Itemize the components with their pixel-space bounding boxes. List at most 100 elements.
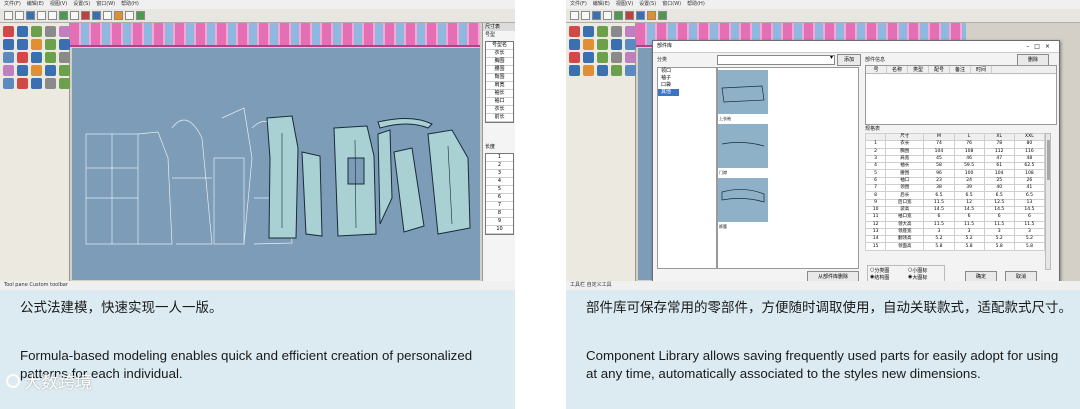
color-wheel-icon[interactable] [114,11,123,20]
color-wheel-icon[interactable] [647,11,656,20]
text-tool-icon[interactable] [569,65,580,76]
text-tool-icon[interactable] [17,65,28,76]
menu-file[interactable]: 文件(F) [4,0,21,9]
menu-settings[interactable]: 设置(S) [639,0,656,9]
measurement-item[interactable]: 袖口 [486,98,513,106]
measurement-item[interactable]: 臀围 [486,74,513,82]
radio-category-view[interactable]: ○ 分类图 [870,267,889,274]
close-icon[interactable]: × [1045,43,1055,50]
menu-settings[interactable]: 设置(S) [73,0,90,9]
measure-tool-icon[interactable] [31,39,42,50]
open-folder-icon[interactable] [15,11,24,20]
layer-icon[interactable] [136,11,145,20]
tree-item[interactable]: 袖子 [658,75,716,82]
part-thumbnail[interactable] [718,70,768,114]
table-row[interactable]: 7 领围 38 39 40 41 [864,184,1046,193]
row-number[interactable]: 1 [486,154,513,162]
row-number[interactable]: 7 [486,202,513,210]
pleat-tool-icon[interactable] [583,52,594,63]
menu-window[interactable]: 窗口(W) [662,0,681,9]
notch-tool-icon[interactable] [597,52,608,63]
measurement-item[interactable]: 肩宽 [486,82,513,90]
table-row[interactable]: 4 袖长 58 59.5 61 62.5 [864,162,1046,171]
row-number[interactable]: 3 [486,170,513,178]
seam-tool-icon[interactable] [625,52,636,63]
category-select[interactable] [717,54,835,65]
sigma-icon[interactable] [92,11,101,20]
menu-edit[interactable]: 编辑(E) [593,0,610,9]
mirror-tool-icon[interactable] [611,39,622,50]
collar-tool-icon[interactable] [59,65,70,76]
measurement-item[interactable]: 号型名 [486,42,513,50]
measurement-item[interactable]: 衣长 [486,50,513,58]
menu-window[interactable]: 窗口(W) [96,0,115,9]
tree-item[interactable]: 领口 [658,68,716,75]
table-row[interactable]: 11 袖口宽 6 6 6 6 [864,213,1046,222]
menu-help[interactable]: 帮助(H) [121,0,139,9]
grade-tool-icon[interactable] [17,78,28,89]
add-button[interactable]: 添加 [837,54,861,66]
curve-tool-icon[interactable] [597,26,608,37]
seam-tool-icon[interactable] [3,65,14,76]
row-number[interactable]: 6 [486,194,513,202]
measure-tool-icon[interactable] [583,39,594,50]
line-tool-icon[interactable] [17,26,28,37]
pocket-tool-icon[interactable] [45,65,56,76]
pen-tool-icon[interactable] [569,26,580,37]
size-pieces-strip[interactable] [70,23,480,47]
rotate-tool-icon[interactable] [625,39,636,50]
circle-tool-icon[interactable] [17,39,28,50]
pocket-tool-icon[interactable] [597,65,608,76]
pen-icon[interactable] [625,11,634,20]
radio-structure-view[interactable]: ◉ 结构图 [870,274,889,281]
row-number[interactable]: 4 [486,178,513,186]
table-row[interactable]: 6 袖口 23 24 25 26 [864,176,1046,186]
measurement-item[interactable]: 胸围 [486,58,513,66]
row-number[interactable]: 9 [486,218,513,226]
tree-item[interactable]: 口袋 [658,82,716,89]
rotate-tool-icon[interactable] [3,52,14,63]
part-thumbnail[interactable] [718,178,768,222]
notch-tool-icon[interactable] [45,52,56,63]
table-row[interactable]: 13 领座宽 3 3 3 3 [864,227,1046,237]
maximize-icon[interactable]: □ [1034,43,1045,50]
pen-tool-icon[interactable] [3,26,14,37]
grain-tool-icon[interactable] [611,52,622,63]
arc-tool-icon[interactable] [3,39,14,50]
collar-tool-icon[interactable] [611,65,622,76]
save-icon[interactable] [26,11,35,20]
radio-small-icon[interactable]: ○ 小图标 [908,267,927,274]
pleat-tool-icon[interactable] [31,52,42,63]
pattern-canvas[interactable] [72,48,480,280]
menu-file[interactable]: 文件(F) [570,0,587,9]
table-row[interactable]: 1 衣长 74 76 78 80 [864,140,1046,149]
select-tool-icon[interactable] [611,26,622,37]
angle-tool-icon[interactable] [597,39,608,50]
button-tool-icon[interactable] [583,65,594,76]
table-row[interactable]: 5 腰围 96 100 104 108 [864,169,1046,178]
piece-tool-icon[interactable] [59,78,70,89]
table-row[interactable]: 3 肩宽 45 46 47 48 [864,154,1046,164]
radio-large-icon[interactable]: ◉ 大图标 [908,274,927,281]
redo-icon[interactable] [48,11,57,20]
grain-tool-icon[interactable] [59,52,70,63]
menu-view[interactable]: 视图(V) [616,0,633,9]
size-table-scrollbar[interactable] [1045,133,1051,270]
row-number[interactable]: 2 [486,162,513,170]
cut-tool-icon[interactable] [625,26,636,37]
table-row[interactable]: 12 领大高 11.5 11.5 11.5 11.5 [864,220,1046,229]
zoom-icon[interactable] [125,11,134,20]
dart-tool-icon[interactable] [569,52,580,63]
table-icon[interactable] [70,11,79,20]
new-file-icon[interactable] [4,11,13,20]
pen-icon[interactable] [81,11,90,20]
undo-icon[interactable] [603,11,612,20]
mirror-tool-icon[interactable] [59,39,70,50]
menu-help[interactable]: 帮助(H) [687,0,705,9]
part-thumbnail[interactable] [718,124,768,168]
measurement-item[interactable]: 衣长 [486,106,513,114]
sigma-icon[interactable] [636,11,645,20]
measurement-item[interactable]: 腰围 [486,66,513,74]
row-number[interactable]: 8 [486,210,513,218]
open-folder-icon[interactable] [581,11,590,20]
